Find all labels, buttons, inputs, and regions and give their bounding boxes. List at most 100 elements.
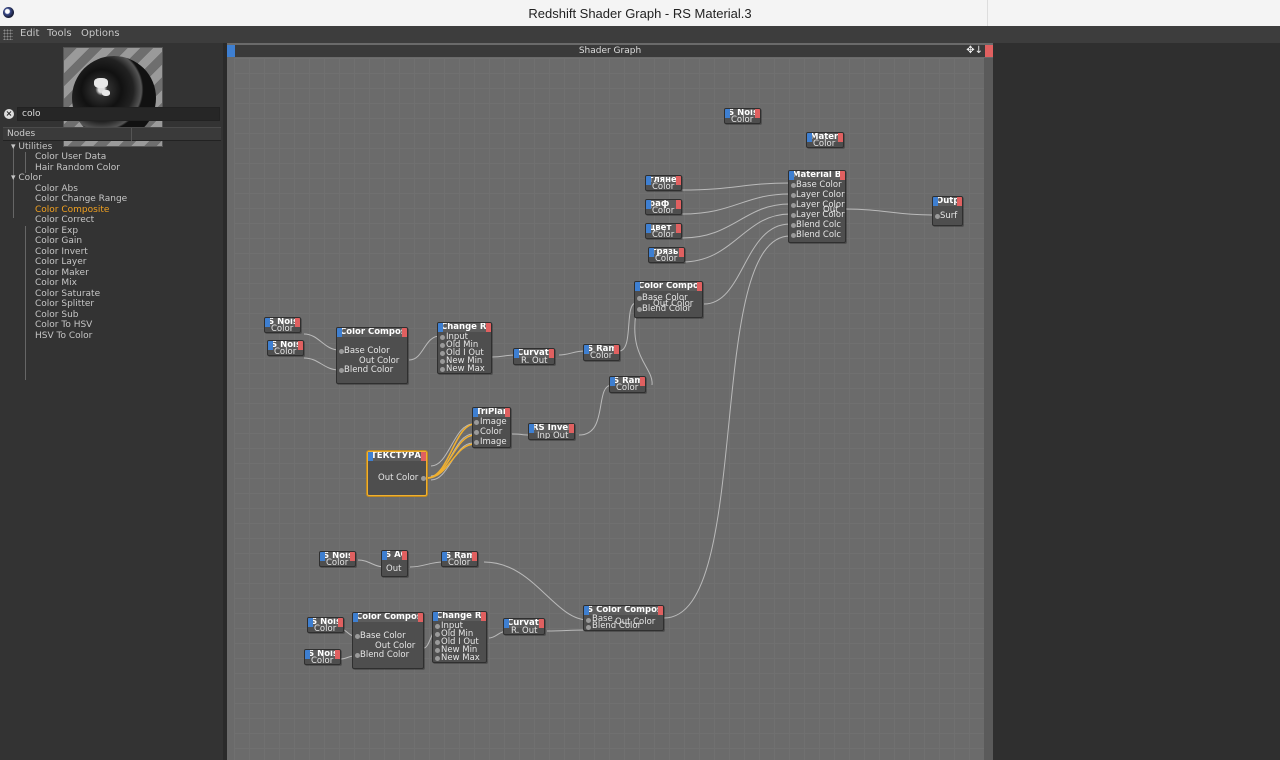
port-dot[interactable] bbox=[474, 430, 479, 435]
node-output-pin[interactable] bbox=[335, 650, 340, 659]
port-dot[interactable] bbox=[435, 648, 440, 653]
node-output-pin[interactable] bbox=[679, 248, 684, 257]
port-dot[interactable] bbox=[474, 420, 479, 425]
port-dot[interactable] bbox=[440, 343, 445, 348]
node-color-composite-top[interactable]: Color Compo Base Color Out Color Blend C… bbox=[634, 281, 703, 318]
tree-item[interactable]: Color User Data bbox=[35, 152, 106, 162]
node-output-pin[interactable] bbox=[298, 341, 303, 350]
node-port[interactable]: Color bbox=[480, 427, 502, 437]
node-change-range-low[interactable]: Change Ra Input Old Min Old I Out New Mi… bbox=[432, 611, 487, 663]
tree-item[interactable]: Color Exp bbox=[35, 226, 78, 236]
node-noise-top[interactable]: S Nois Color bbox=[724, 108, 761, 124]
node-input-pin[interactable] bbox=[789, 171, 794, 180]
node-port[interactable]: Base Color bbox=[796, 180, 842, 190]
node-input-pin[interactable] bbox=[353, 613, 358, 622]
port-dot[interactable] bbox=[435, 656, 440, 661]
node-port[interactable]: Blend Colc bbox=[796, 230, 841, 240]
node-input-pin[interactable] bbox=[584, 606, 589, 615]
port-dot[interactable] bbox=[440, 359, 445, 364]
node-noise-c[interactable]: S Nois Color bbox=[319, 551, 356, 567]
node-output-pin[interactable] bbox=[539, 619, 544, 628]
node-port[interactable]: New Max bbox=[446, 364, 485, 373]
node-port[interactable]: New Max bbox=[441, 653, 480, 662]
node-port[interactable]: Color bbox=[652, 182, 674, 190]
port-dot[interactable] bbox=[440, 351, 445, 356]
node-input-pin[interactable] bbox=[305, 650, 310, 659]
tree-item[interactable]: Color Correct bbox=[35, 215, 94, 225]
node-port[interactable]: Color bbox=[652, 230, 674, 238]
node-input-pin[interactable] bbox=[646, 176, 651, 185]
node-color-composite-low-2[interactable]: S Color Composi Base Out Color Blend Col… bbox=[583, 605, 664, 631]
node-input-pin[interactable] bbox=[473, 408, 478, 417]
node-port[interactable]: Color bbox=[813, 139, 835, 147]
node-output-pin[interactable] bbox=[755, 109, 760, 118]
node-output-pin[interactable] bbox=[640, 377, 645, 386]
node-port[interactable]: Color bbox=[311, 656, 333, 664]
node-output-pin[interactable] bbox=[295, 318, 300, 327]
graph-scroll-edge[interactable] bbox=[984, 58, 993, 760]
move-icon[interactable]: ✥ bbox=[966, 45, 974, 56]
node-output-pin[interactable] bbox=[402, 328, 407, 337]
node-input-pin[interactable] bbox=[504, 619, 509, 628]
tree-item[interactable]: Color Gain bbox=[35, 236, 82, 246]
node-output-pin[interactable] bbox=[676, 176, 681, 185]
node-output-pin[interactable] bbox=[614, 345, 619, 354]
node-ramp-low[interactable]: S Ram Color bbox=[441, 551, 478, 567]
node-output-pin[interactable] bbox=[486, 323, 491, 332]
node-input-pin[interactable] bbox=[725, 109, 730, 118]
arrow-down-icon[interactable]: ↓ bbox=[975, 45, 983, 56]
node-noise-e[interactable]: S Nois Color bbox=[304, 649, 341, 665]
node-cvet[interactable]: цвет Color bbox=[645, 223, 682, 239]
node-input-pin[interactable] bbox=[649, 248, 654, 257]
node-output-pin[interactable] bbox=[421, 452, 426, 461]
node-input-pin[interactable] bbox=[265, 318, 270, 327]
panel-pin-icon[interactable] bbox=[227, 45, 235, 57]
node-output-pin[interactable] bbox=[418, 613, 423, 622]
node-port[interactable]: Surf bbox=[940, 211, 957, 221]
menu-tools[interactable]: Tools bbox=[47, 28, 72, 39]
node-output-pin[interactable] bbox=[676, 200, 681, 209]
node-noise-b[interactable]: S Nois Color bbox=[267, 340, 304, 356]
node-port[interactable]: Color bbox=[616, 383, 638, 392]
node-port[interactable]: Blend Colc bbox=[796, 220, 841, 230]
node-port[interactable]: Color bbox=[274, 347, 296, 355]
tree-item[interactable]: Color Layer bbox=[35, 257, 86, 267]
node-triplanar[interactable]: TriPlar Image Color Image bbox=[472, 407, 511, 448]
tree-group-color[interactable]: ▾ Color bbox=[11, 173, 42, 183]
node-input-pin[interactable] bbox=[442, 552, 447, 561]
node-output-pin[interactable] bbox=[505, 408, 510, 417]
node-curvature-mid[interactable]: Curvat R. Out bbox=[513, 348, 555, 365]
node-raf[interactable]: раф Color bbox=[645, 199, 682, 215]
node-color-composite-low[interactable]: Color Compos Base Color Out Color Blend … bbox=[352, 612, 424, 669]
node-noise-d[interactable]: S Nois Color bbox=[307, 617, 344, 633]
node-port[interactable]: Blend Color bbox=[360, 650, 409, 660]
node-rs-invert[interactable]: RS Invert Inp Out bbox=[528, 423, 575, 440]
menu-edit[interactable]: Edit bbox=[20, 28, 39, 39]
node-input-pin[interactable] bbox=[933, 197, 938, 206]
tree-item[interactable]: HSV To Color bbox=[35, 331, 92, 341]
node-color-composite-mid[interactable]: Color Compos Base Color Out Color Blend … bbox=[336, 327, 408, 384]
node-port[interactable]: Color bbox=[590, 351, 612, 360]
node-output-pin[interactable] bbox=[697, 282, 702, 291]
node-ramp-mid[interactable]: S Ram Color bbox=[583, 344, 620, 361]
node-port[interactable]: Blend Color bbox=[344, 365, 393, 375]
node-input-pin[interactable] bbox=[438, 323, 443, 332]
node-port[interactable]: Layer Color bbox=[796, 190, 845, 200]
node-input-pin[interactable] bbox=[382, 551, 387, 560]
node-port[interactable]: Color bbox=[314, 624, 336, 632]
node-output[interactable]: Outpu Surf bbox=[932, 196, 963, 226]
tree-item[interactable]: Color Splitter bbox=[35, 299, 94, 309]
panel-close-icon[interactable] bbox=[985, 45, 993, 57]
node-port[interactable]: Out bbox=[386, 564, 401, 574]
node-output-pin[interactable] bbox=[957, 197, 962, 206]
column-separator[interactable] bbox=[131, 128, 132, 141]
tree-item[interactable]: Color Change Range bbox=[35, 194, 127, 204]
port-dot[interactable] bbox=[586, 618, 591, 623]
tree-item[interactable]: Color To HSV bbox=[35, 320, 92, 330]
node-port[interactable]: Blend Color bbox=[642, 304, 691, 314]
tree-item[interactable]: Color Sub bbox=[35, 310, 79, 320]
node-input-pin[interactable] bbox=[807, 133, 812, 142]
node-output-pin[interactable] bbox=[481, 612, 486, 621]
node-glyanec[interactable]: глянец Color bbox=[645, 175, 682, 191]
node-change-range-mid[interactable]: Change Ra Input Old Min Old I Out New Mi… bbox=[437, 322, 492, 374]
